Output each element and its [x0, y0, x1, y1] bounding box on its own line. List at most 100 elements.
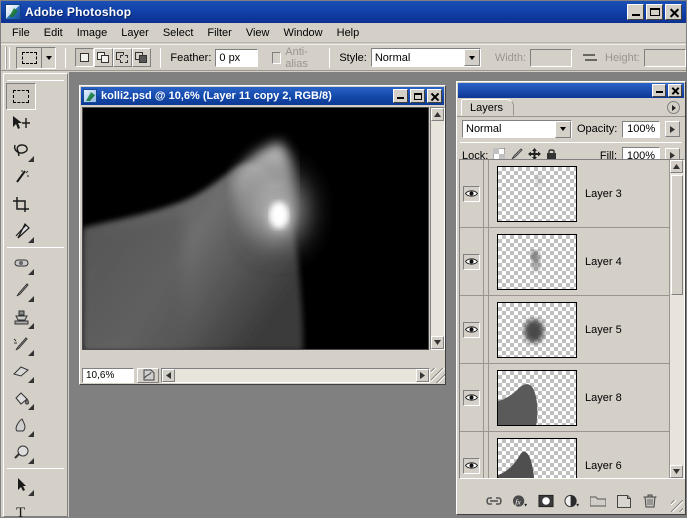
layer-link-cell[interactable] — [484, 160, 489, 227]
menu-layer[interactable]: Layer — [114, 25, 156, 41]
layers-scroll-thumb[interactable] — [671, 175, 683, 295]
current-tool-preset-picker[interactable] — [16, 46, 57, 69]
new-group-button[interactable] — [590, 493, 606, 509]
canvas-vertical-scrollbar[interactable] — [430, 107, 445, 350]
layer-name[interactable]: Layer 5 — [585, 324, 622, 336]
layer-style-button[interactable]: fx — [512, 493, 528, 509]
new-selection-button[interactable] — [75, 48, 95, 67]
eye-icon[interactable] — [463, 457, 480, 474]
layer-thumbnail[interactable] — [497, 233, 577, 290]
eye-icon[interactable] — [463, 253, 480, 270]
menu-window[interactable]: Window — [277, 25, 330, 41]
tool-dodge[interactable] — [6, 439, 36, 466]
layer-name[interactable]: Layer 4 — [585, 256, 622, 268]
layers-scroll-down-button[interactable] — [670, 465, 683, 478]
layer-visibility-toggle[interactable] — [460, 228, 484, 295]
swap-dimensions-icon[interactable] — [583, 52, 598, 64]
chevron-down-icon[interactable] — [463, 49, 480, 66]
chevron-down-icon[interactable] — [555, 120, 571, 138]
delete-layer-button[interactable] — [642, 493, 658, 509]
subtract-from-selection-button[interactable] — [113, 48, 133, 67]
menu-file[interactable]: File — [5, 25, 37, 41]
layer-link-cell[interactable] — [484, 296, 489, 363]
options-bar-grip[interactable] — [5, 46, 11, 69]
style-select[interactable]: Normal — [370, 48, 481, 67]
new-layer-button[interactable] — [616, 493, 632, 509]
layer-visibility-toggle[interactable] — [460, 296, 484, 363]
new-adjustment-layer-button[interactable] — [564, 493, 580, 509]
tool-eraser[interactable] — [6, 358, 36, 385]
tool-slice[interactable] — [6, 218, 36, 245]
tool-brush[interactable] — [6, 277, 36, 304]
layer-link-cell[interactable] — [484, 228, 489, 295]
link-layers-button[interactable] — [486, 493, 502, 509]
palette-minimize-button[interactable] — [652, 84, 666, 97]
intersect-with-selection-button[interactable] — [132, 48, 152, 67]
blend-mode-select[interactable]: Normal — [462, 120, 572, 138]
chevron-down-icon[interactable] — [41, 47, 55, 68]
document-close-button[interactable] — [427, 89, 442, 103]
add-to-selection-button[interactable] — [94, 48, 114, 67]
feather-input[interactable]: 0 px — [215, 48, 258, 67]
menu-filter[interactable]: Filter — [200, 25, 238, 41]
layer-visibility-toggle[interactable] — [460, 432, 484, 478]
layer-row[interactable]: Layer 4 — [460, 228, 684, 296]
tool-move[interactable] — [6, 110, 36, 137]
tool-lasso[interactable] — [6, 137, 36, 164]
menu-edit[interactable]: Edit — [37, 25, 70, 41]
menu-help[interactable]: Help — [330, 25, 367, 41]
canvas-horizontal-scrollbar[interactable] — [161, 367, 430, 383]
layer-thumbnail[interactable] — [497, 437, 577, 478]
eye-icon[interactable] — [463, 389, 480, 406]
document-info-icon[interactable] — [137, 367, 159, 383]
tool-gradient-paintbucket[interactable] — [6, 385, 36, 412]
close-button[interactable] — [665, 4, 682, 20]
layer-thumbnail[interactable] — [497, 369, 577, 426]
height-input[interactable] — [643, 48, 686, 67]
scroll-right-button[interactable] — [416, 368, 429, 382]
menu-image[interactable]: Image — [70, 25, 115, 41]
layer-thumbnail[interactable] — [497, 301, 577, 358]
scroll-up-button[interactable] — [431, 108, 444, 121]
scroll-left-button[interactable] — [162, 368, 175, 382]
layers-list[interactable]: Layer 3 Layer 4 Layer 5 Layer 8 Layer 6 — [459, 159, 685, 479]
layer-row[interactable]: Layer 6 — [460, 432, 684, 478]
horizontal-scroll-track[interactable] — [175, 369, 416, 382]
layer-thumbnail[interactable] — [497, 165, 577, 222]
opacity-slider-button[interactable] — [665, 121, 680, 137]
palette-resize-grip[interactable] — [671, 500, 683, 512]
menu-view[interactable]: View — [239, 25, 277, 41]
layer-name[interactable]: Layer 8 — [585, 392, 622, 404]
layers-scroll-up-button[interactable] — [670, 160, 683, 173]
zoom-level-input[interactable]: 10,6% — [82, 367, 134, 383]
layer-link-cell[interactable] — [484, 432, 489, 478]
document-title-bar[interactable]: kolli2.psd @ 10,6% (Layer 11 copy 2, RGB… — [81, 87, 444, 105]
document-minimize-button[interactable] — [393, 89, 408, 103]
tool-magic-wand[interactable] — [6, 164, 36, 191]
layer-visibility-toggle[interactable] — [460, 160, 484, 227]
document-maximize-button[interactable] — [410, 89, 425, 103]
layer-visibility-toggle[interactable] — [460, 364, 484, 431]
tool-type[interactable]: T — [6, 498, 36, 517]
tab-layers[interactable]: Layers — [461, 99, 515, 116]
layer-row[interactable]: Layer 8 — [460, 364, 684, 432]
layer-row[interactable]: Layer 3 — [460, 160, 684, 228]
palette-title-bar[interactable] — [458, 83, 684, 98]
palette-close-button[interactable] — [668, 84, 682, 97]
maximize-button[interactable] — [646, 4, 663, 20]
menu-select[interactable]: Select — [156, 25, 201, 41]
scroll-down-button[interactable] — [431, 336, 444, 349]
layer-link-cell[interactable] — [484, 364, 489, 431]
layers-list-scrollbar[interactable] — [669, 160, 684, 478]
layer-name[interactable]: Layer 3 — [585, 188, 622, 200]
opacity-input[interactable]: 100% — [622, 120, 661, 138]
antialias-checkbox[interactable] — [271, 51, 282, 64]
palette-menu-icon[interactable] — [667, 101, 680, 114]
width-input[interactable] — [530, 48, 573, 67]
eye-icon[interactable] — [463, 321, 480, 338]
tool-path-selection[interactable] — [6, 471, 36, 498]
tool-healing-brush[interactable] — [6, 250, 36, 277]
image-canvas[interactable] — [82, 107, 429, 350]
tool-clone-stamp[interactable] — [6, 304, 36, 331]
layer-row[interactable]: Layer 5 — [460, 296, 684, 364]
